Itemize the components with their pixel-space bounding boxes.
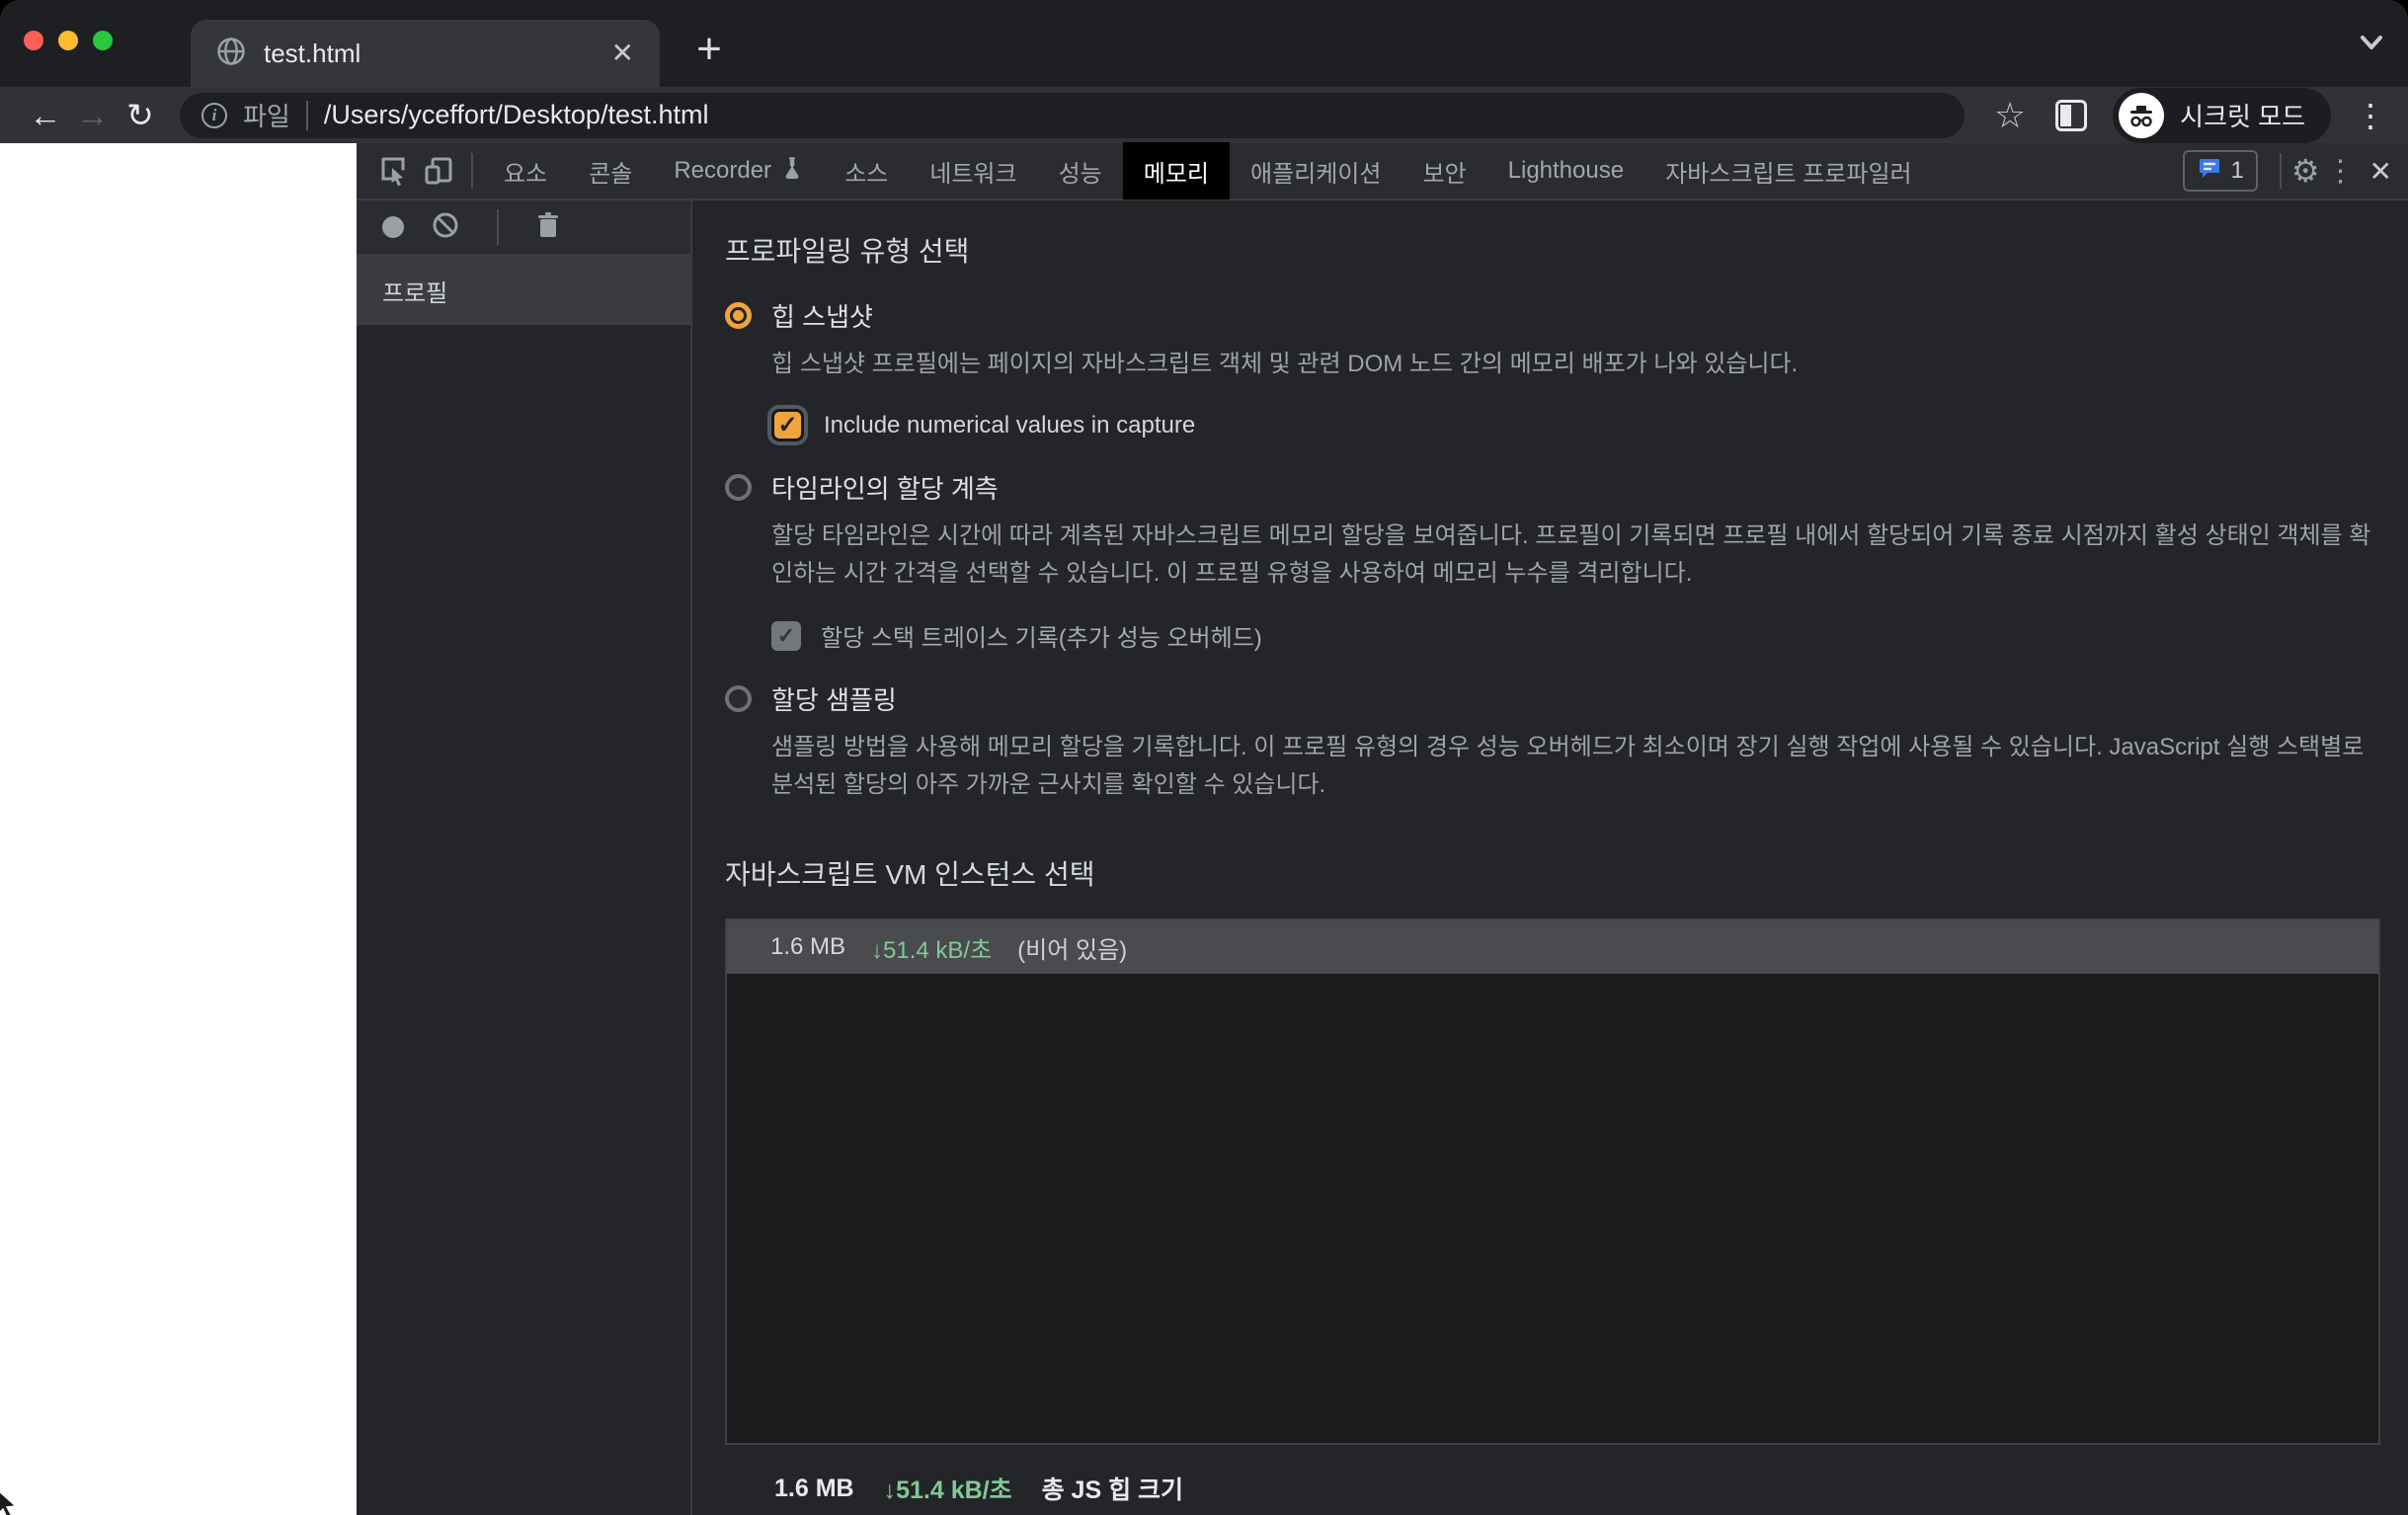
profiles-toolbar <box>357 200 690 256</box>
down-arrow-icon: ↓ <box>871 936 884 964</box>
window-controls <box>24 31 113 50</box>
devtools-tabbar-right: 1 ⚙ ⋮ ✕ <box>2183 150 2392 192</box>
memory-panel: 프로필 프로파일링 유형 선택 힙 스냅샷 힙 스냅샷 프로필에는 페이지의 자… <box>357 200 2408 1515</box>
tab-recorder[interactable]: Recorder <box>653 142 824 199</box>
page-viewport <box>0 143 357 1515</box>
tab-lighthouse[interactable]: Lighthouse <box>1487 142 1645 199</box>
checkbox-row-numeric-values[interactable]: ✓ Include numerical values in capture <box>771 409 2380 441</box>
globe-favicon-icon <box>216 37 246 71</box>
tab-application[interactable]: 애플리케이션 <box>1230 142 1402 199</box>
total-heap-label: 총 JS 힙 크기 <box>1041 1476 1184 1504</box>
total-heap-rate: ↓51.4 kB/초 <box>883 1476 1012 1504</box>
tab-js-profiler[interactable]: 자바스크립트 프로파일러 <box>1645 142 1933 199</box>
browser-menu-icon[interactable]: ⋮ <box>2355 97 2386 134</box>
address-bar[interactable]: i 파일 /Users/yceffort/Desktop/test.html <box>180 92 1965 138</box>
browser-toolbar: ← → ↻ i 파일 /Users/yceffort/Desktop/test.… <box>0 87 2408 143</box>
vm-heap-size: 1.6 MB <box>770 933 846 960</box>
profiling-type-heading: 프로파일링 유형 선택 <box>725 236 970 267</box>
option-label: 할당 샘플링 <box>771 685 897 715</box>
devtools-menu-icon[interactable]: ⋮ <box>2326 154 2356 189</box>
incognito-label: 시크릿 모드 <box>2180 102 2305 131</box>
option-description: 할당 타임라인은 시간에 따라 계측된 자바스크립트 메모리 할당을 보여줍니다… <box>771 522 2371 587</box>
new-tab-button[interactable]: + <box>682 22 737 77</box>
checkbox-label: 할당 스택 트레이스 기록(추가 성능 오버헤드) <box>821 625 1262 652</box>
sidebar-item-profiles[interactable]: 프로필 <box>357 256 690 325</box>
mouse-cursor <box>0 1488 20 1515</box>
tab-elements[interactable]: 요소 <box>483 142 568 199</box>
radio-unselected-icon[interactable] <box>725 685 752 712</box>
close-tab-icon[interactable]: ✕ <box>611 40 634 67</box>
checkbox-checked-disabled-icon: ✓ <box>771 620 801 651</box>
toolbar-divider <box>2279 153 2282 189</box>
delete-profile-trash-icon[interactable] <box>536 211 560 244</box>
profiles-sidebar: 프로필 <box>357 200 692 1515</box>
page-info-icon[interactable]: i <box>201 102 227 128</box>
zoom-window-button[interactable] <box>93 31 113 50</box>
devtools-close-icon[interactable]: ✕ <box>2369 155 2392 188</box>
total-heap-size: 1.6 MB <box>774 1474 854 1502</box>
tab-title: test.html <box>264 38 361 68</box>
checkbox-row-stack-traces[interactable]: ✓ 할당 스택 트레이스 기록(추가 성능 오버헤드) <box>771 618 2380 653</box>
file-scheme-chip: 파일 <box>243 102 290 131</box>
issues-count: 1 <box>2230 157 2244 184</box>
device-toolbar-icon[interactable] <box>416 148 461 194</box>
tab-search-chevron-icon[interactable] <box>2357 34 2386 58</box>
reload-icon[interactable]: ↻ <box>117 96 164 134</box>
tab-network[interactable]: 네트워크 <box>909 142 1037 199</box>
checkbox-label: Include numerical values in capture <box>824 411 1196 439</box>
issues-bubble-icon <box>2197 156 2222 187</box>
option-label: 타임라인의 할당 계측 <box>771 474 999 504</box>
side-panel-icon[interactable] <box>2055 99 2088 131</box>
radio-unselected-icon[interactable] <box>725 474 752 501</box>
address-divider <box>305 100 308 130</box>
url-text[interactable]: /Users/yceffort/Desktop/test.html <box>324 100 1943 130</box>
vm-heap-rate: ↓51.4 kB/초 <box>871 936 993 964</box>
bookmark-star-icon[interactable]: ☆ <box>1994 95 2026 136</box>
record-profile-icon[interactable] <box>382 216 404 238</box>
devtools-settings-gear-icon[interactable]: ⚙ <box>2291 152 2320 190</box>
vm-instance-list: 1.6 MB ↓51.4 kB/초 (비어 있음) <box>725 918 2380 1445</box>
toolbar-divider <box>497 209 499 245</box>
devtools-panel: 요소 콘솔 Recorder 소스 네트워크 성능 메모리 애플리케이션 보안 … <box>357 142 2408 1515</box>
vm-instance-row-selected[interactable]: 1.6 MB ↓51.4 kB/초 (비어 있음) <box>727 920 2378 974</box>
checkbox-checked-icon[interactable]: ✓ <box>771 409 804 441</box>
inspect-element-icon[interactable] <box>370 148 416 194</box>
total-heap-summary: 1.6 MB ↓51.4 kB/초 총 JS 힙 크기 <box>725 1471 2380 1506</box>
radio-selected-icon[interactable] <box>725 302 752 329</box>
tab-memory[interactable]: 메모리 <box>1122 142 1230 199</box>
back-icon[interactable]: ← <box>22 97 69 134</box>
option-description: 샘플링 방법을 사용해 메모리 할당을 기록합니다. 이 프로필 유형의 경우 … <box>771 734 2365 798</box>
option-description: 힙 스냅샷 프로필에는 페이지의 자바스크립트 객체 및 관련 DOM 노드 간… <box>771 351 1799 377</box>
incognito-badge: 시크릿 모드 <box>2113 87 2331 143</box>
profiling-type-panel: 프로파일링 유형 선택 힙 스냅샷 힙 스냅샷 프로필에는 페이지의 자바스크립… <box>692 200 2408 1515</box>
option-label: 힙 스냅샷 <box>771 302 873 332</box>
toolbar-divider <box>471 153 473 189</box>
minimize-window-button[interactable] <box>58 31 78 50</box>
vm-empty-note: (비어 있음) <box>1017 936 1128 964</box>
tab-console[interactable]: 콘솔 <box>568 142 653 199</box>
window-content: 요소 콘솔 Recorder 소스 네트워크 성능 메모리 애플리케이션 보안 … <box>0 142 2408 1515</box>
browser-tab[interactable]: test.html ✕ <box>191 20 660 87</box>
tab-strip: test.html ✕ + <box>0 0 2408 87</box>
browser-window: test.html ✕ + ← → ↻ i 파일 /Users/yceffort… <box>0 0 2408 1515</box>
tab-performance[interactable]: 성능 <box>1038 142 1123 199</box>
close-window-button[interactable] <box>24 31 43 50</box>
radio-option-allocation-timeline[interactable]: 타임라인의 할당 계측 <box>725 469 2380 506</box>
incognito-icon <box>2119 92 2165 138</box>
flask-icon <box>781 156 803 187</box>
issues-counter-button[interactable]: 1 <box>2183 150 2258 192</box>
devtools-tabbar: 요소 콘솔 Recorder 소스 네트워크 성능 메모리 애플리케이션 보안 … <box>357 142 2408 200</box>
tab-security[interactable]: 보안 <box>1402 142 1486 199</box>
vm-instances-heading: 자바스크립트 VM 인스턴스 선택 <box>725 859 1095 890</box>
forward-icon[interactable]: → <box>69 97 117 134</box>
radio-option-allocation-sampling[interactable]: 할당 샘플링 <box>725 680 2380 717</box>
down-arrow-icon: ↓ <box>883 1476 897 1504</box>
clear-profiles-icon[interactable] <box>432 211 459 244</box>
radio-option-heap-snapshot[interactable]: 힙 스냅샷 <box>725 297 2380 334</box>
profiles-label: 프로필 <box>382 279 448 307</box>
tab-sources[interactable]: 소스 <box>824 142 909 199</box>
